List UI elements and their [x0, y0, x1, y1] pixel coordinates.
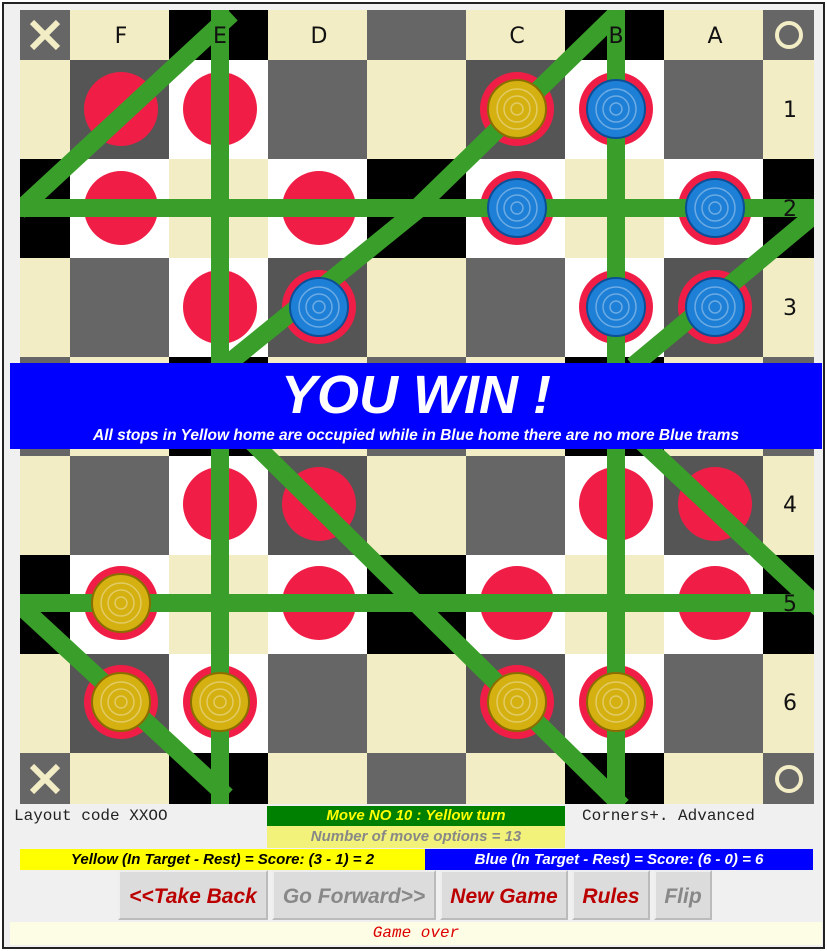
board-cell — [664, 60, 763, 159]
yellow-score: Yellow (In Target - Rest) = Score: (3 - … — [20, 849, 425, 870]
rules-button[interactable]: Rules — [572, 870, 650, 920]
board-cell — [268, 753, 367, 804]
board-cell — [20, 456, 70, 555]
layout-code: Layout code XXOO — [14, 807, 168, 825]
board-cell — [466, 258, 565, 357]
take-back-button[interactable]: <<Take Back — [118, 870, 268, 920]
column-label: E — [213, 24, 227, 49]
board-cell — [466, 753, 565, 804]
row-label: 5 — [783, 592, 797, 617]
row-label: 3 — [783, 296, 797, 321]
board-cell — [466, 456, 565, 555]
board-cell — [664, 753, 763, 804]
board-cell — [367, 753, 466, 804]
game-status: Game over — [10, 922, 822, 945]
board-cell — [763, 753, 814, 804]
row-label: 4 — [783, 493, 797, 518]
board-cell — [367, 456, 466, 555]
new-game-button[interactable]: New Game — [440, 870, 568, 920]
flip-button[interactable]: Flip — [654, 870, 712, 920]
board-cell — [70, 258, 169, 357]
board-cell — [20, 654, 70, 753]
board-cell — [367, 654, 466, 753]
row-label: 2 — [783, 197, 797, 222]
board-cell — [268, 60, 367, 159]
column-label: D — [311, 24, 328, 49]
board-cell — [664, 654, 763, 753]
board-cell — [367, 10, 466, 60]
blue-score: Blue (In Target - Rest) = Score: (6 - 0)… — [425, 849, 813, 870]
win-banner: YOU WIN ! All stops in Yellow home are o… — [10, 363, 822, 449]
move-options-count: Number of move options = 13 — [267, 826, 565, 848]
move-indicator: Move NO 10 : Yellow turn — [267, 806, 565, 826]
column-label: F — [115, 24, 128, 49]
row-label: 1 — [783, 98, 797, 123]
board-cell — [20, 60, 70, 159]
go-forward-button[interactable]: Go Forward>> — [272, 870, 436, 920]
row-label: 6 — [783, 691, 797, 716]
column-label: C — [509, 24, 524, 49]
board-cell — [268, 654, 367, 753]
win-subtitle: All stops in Yellow home are occupied wh… — [93, 427, 739, 444]
win-title: YOU WIN ! — [281, 365, 551, 425]
board-cell — [763, 10, 814, 60]
board-cell — [20, 258, 70, 357]
board-cell — [367, 258, 466, 357]
board-cell — [367, 60, 466, 159]
column-label: A — [707, 24, 722, 49]
game-variant: Corners+. Advanced — [582, 807, 755, 825]
game-window: F E D C B A 1 2 3 4 5 6 YOU WIN ! All stops in Yell… — [2, 2, 825, 949]
column-label: B — [608, 24, 623, 49]
board-cell — [70, 456, 169, 555]
board-cell — [70, 753, 169, 804]
